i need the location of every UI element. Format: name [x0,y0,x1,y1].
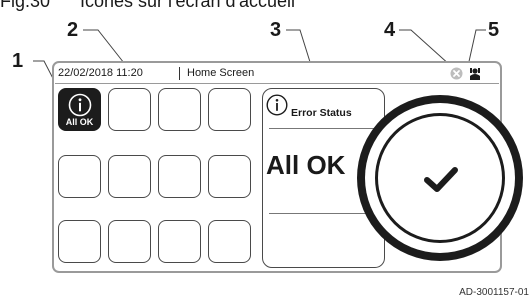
callout-3: 3 [270,19,282,41]
tile-empty[interactable] [208,155,251,198]
tile-label: All OK [65,117,94,127]
tile-empty[interactable] [158,155,201,198]
screen-name: Home Screen [187,67,255,79]
callout-4: 4 [384,19,396,41]
tile-empty[interactable] [58,220,101,263]
tile-empty[interactable] [108,220,151,263]
user-icon[interactable] [469,66,481,80]
tile-status-all-ok[interactable]: All OK [58,88,101,131]
tile-empty[interactable] [208,88,251,131]
tile-empty[interactable] [58,155,101,198]
status-separator [179,67,180,80]
tile-empty[interactable] [108,88,151,131]
dial-ring [365,103,515,253]
figure-canvas: Fig.30 Icônes sur l'écran d'accueil 1 2 3… [0,0,529,299]
error-status-value: All OK [266,150,346,180]
divider [269,128,378,129]
tile-empty[interactable] [158,220,201,263]
dial-inner [375,113,505,243]
info-icon [266,94,288,116]
close-circle-icon[interactable] [450,67,463,80]
status-dial[interactable] [357,95,523,261]
leader-line-2 [83,29,125,64]
tile-empty[interactable] [158,88,201,131]
divider [269,213,378,214]
status-bar: 22/02/2018 11:20 Home Screen [55,64,499,84]
checkmark-icon [424,167,458,192]
callout-2: 2 [67,19,79,41]
callout-1: 1 [12,50,24,72]
callout-5: 5 [488,19,500,41]
error-status-title: Error Status [291,107,352,119]
status-datetime: 22/02/2018 11:20 [58,67,143,79]
tile-empty[interactable] [208,220,251,263]
figure-reference: AD-3001157-01 [459,287,529,298]
info-icon [68,93,92,117]
tile-empty[interactable] [108,155,151,198]
